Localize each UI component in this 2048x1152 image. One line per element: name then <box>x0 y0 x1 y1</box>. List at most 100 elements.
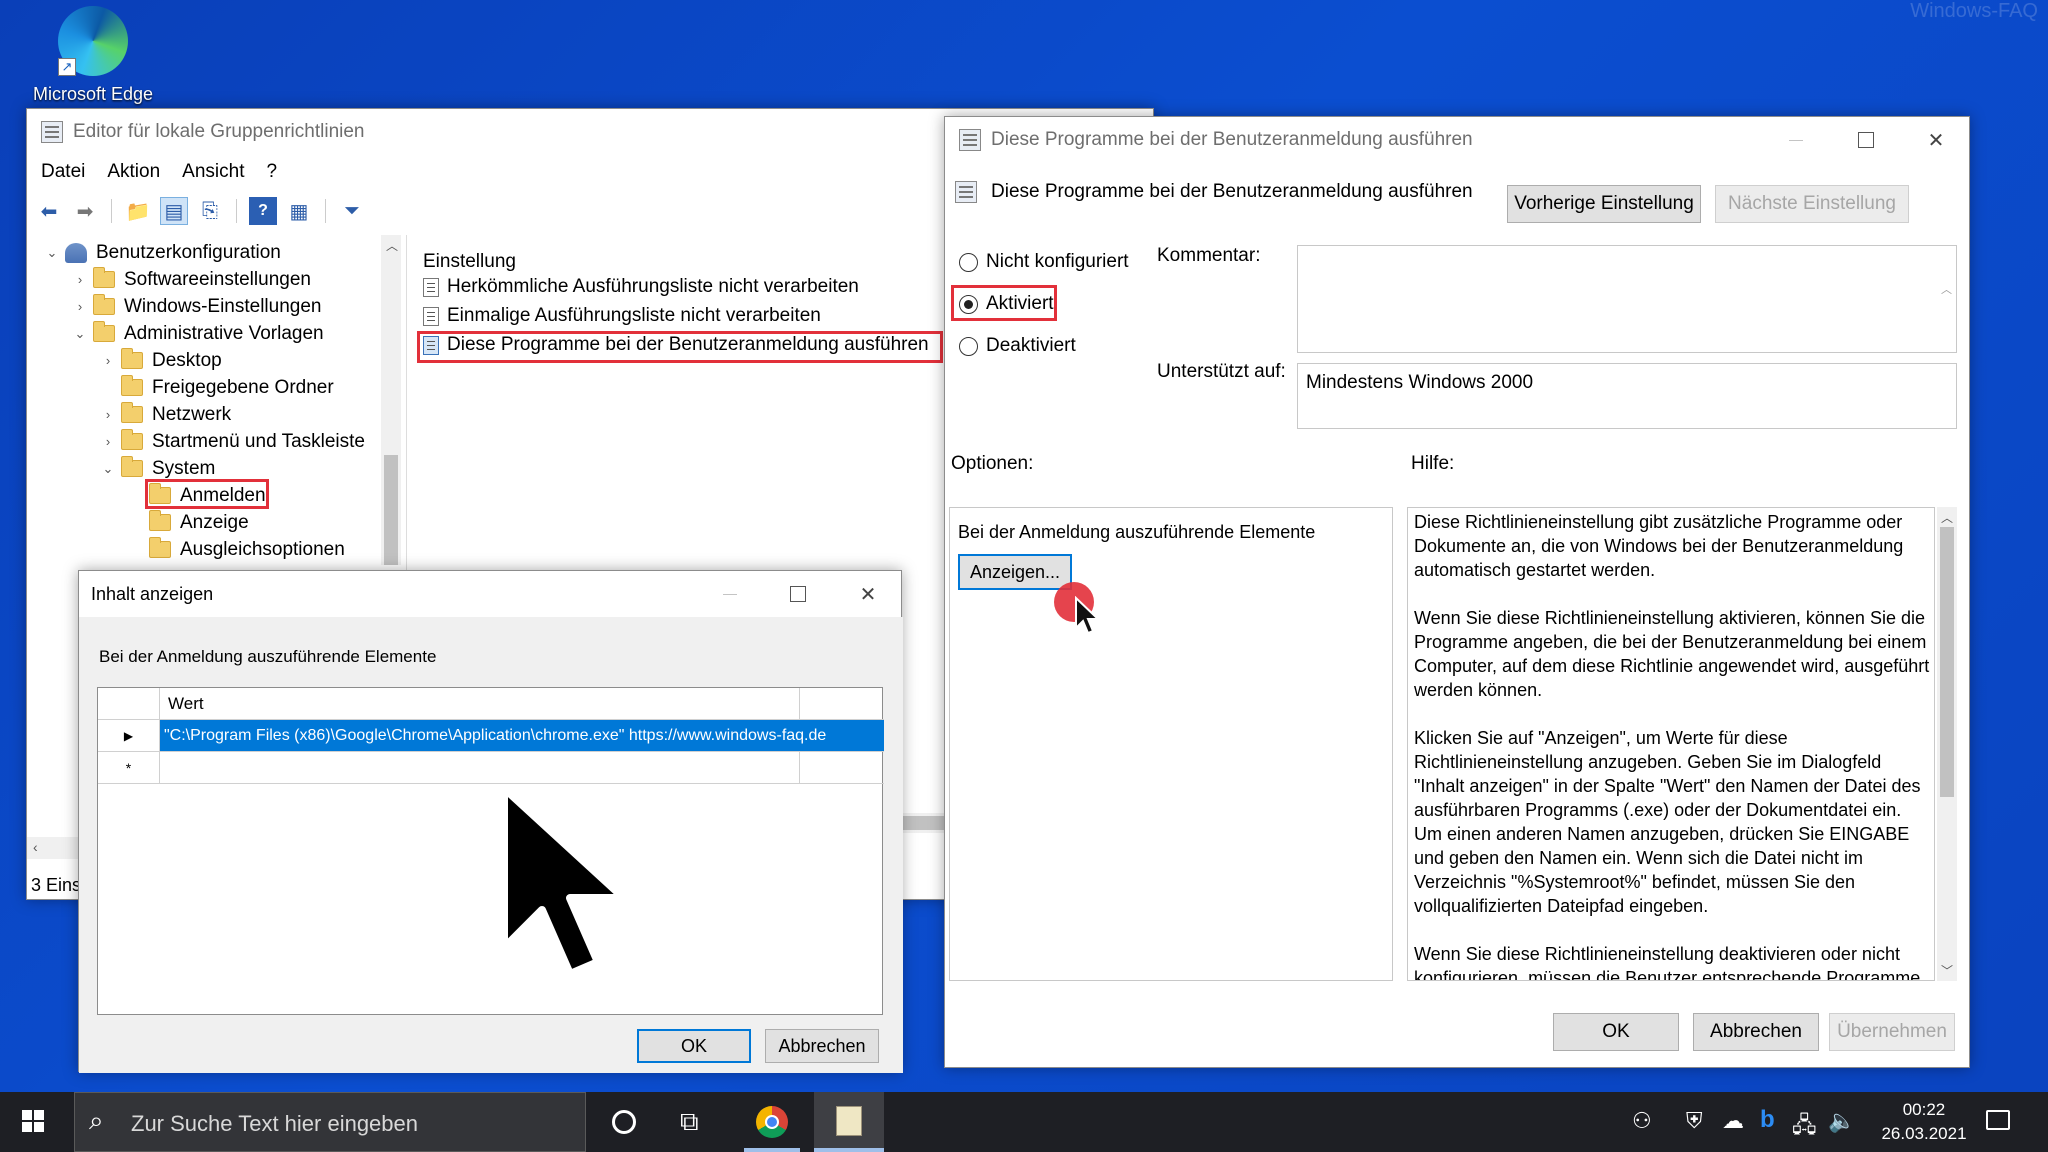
apply-button[interactable]: Übernehmen <box>1829 1013 1955 1051</box>
list-item-runonce[interactable]: Einmalige Ausführungsliste nicht verarbe… <box>423 302 821 330</box>
grid-new-row-value[interactable] <box>160 752 800 784</box>
menu-aktion[interactable]: Aktion <box>107 161 174 191</box>
tree-item[interactable]: › Softwareeinstellungen <box>73 266 311 293</box>
chevron-right-icon[interactable]: › <box>73 299 87 314</box>
scroll-down-arrow-icon[interactable]: ﹀ <box>1941 962 1953 979</box>
grid-new-row-marker[interactable]: * <box>98 752 160 784</box>
defender-icon[interactable]: ⛨ <box>1686 1108 1703 1134</box>
help-scrollbar[interactable]: ︿ ﹀ <box>1937 507 1957 981</box>
gpedit-app-icon <box>41 121 63 143</box>
ok-button[interactable]: OK <box>1553 1013 1679 1051</box>
properties-icon[interactable]: ▦ <box>285 197 313 225</box>
clock-date[interactable]: 26.03.2021 <box>1870 1124 1978 1144</box>
show-button[interactable]: Anzeigen... <box>958 554 1072 590</box>
scroll-up-arrow-icon[interactable]: ︿ <box>386 237 398 254</box>
radio-disabled[interactable]: Deaktiviert <box>959 335 1076 357</box>
network-icon[interactable]: 🖧 <box>1792 1108 1817 1146</box>
tree-item[interactable]: › Windows-Einstellungen <box>73 293 322 320</box>
chrome-icon[interactable] <box>756 1106 788 1138</box>
tree-item[interactable]: › Desktop <box>101 347 222 374</box>
start-button[interactable] <box>22 1110 44 1132</box>
windows-logo-icon <box>34 1122 44 1132</box>
menu-ansicht[interactable]: Ansicht <box>182 161 258 191</box>
content-ok-button[interactable]: OK <box>637 1029 751 1063</box>
windows-logo-icon <box>34 1110 44 1120</box>
help-scroll-thumb[interactable] <box>1940 527 1954 797</box>
up-folder-icon[interactable]: 📁 <box>124 197 152 225</box>
folder-icon <box>121 456 143 477</box>
content-maximize-button[interactable] <box>765 571 831 617</box>
minimize-button[interactable] <box>1763 117 1829 163</box>
content-minimize-button[interactable] <box>697 571 763 617</box>
content-cancel-button[interactable]: Abbrechen <box>765 1029 879 1063</box>
grid-row-value[interactable]: "C:\Program Files (x86)\Google\Chrome\Ap… <box>160 720 884 752</box>
volume-icon[interactable]: 🔈 <box>1828 1108 1855 1134</box>
close-button[interactable] <box>1903 117 1969 163</box>
chevron-down-icon[interactable]: ⌄ <box>101 461 115 477</box>
tree-view: ⌄ Benutzerkonfiguration › Softwareeinstellu… <box>31 237 407 567</box>
previous-setting-button[interactable]: Vorherige Einstellung <box>1507 185 1701 223</box>
back-icon[interactable]: ⬅ <box>35 197 63 225</box>
task-view-icon[interactable]: ⧉ <box>680 1106 699 1138</box>
chevron-right-icon[interactable]: › <box>73 272 87 287</box>
chevron-right-icon[interactable]: › <box>101 353 115 368</box>
clock-time[interactable]: 00:22 <box>1884 1100 1964 1120</box>
grid-row-marker[interactable]: ▶ <box>98 720 160 752</box>
next-setting-button[interactable]: Nächste Einstellung <box>1715 185 1909 223</box>
menu-datei[interactable]: Datei <box>41 161 99 191</box>
grid-header-wert[interactable]: Wert <box>160 688 800 720</box>
tree-item-label: System <box>152 457 216 479</box>
chevron-right-icon[interactable]: › <box>101 407 115 422</box>
scroll-left-arrow-icon[interactable]: ‹ <box>33 839 38 855</box>
highlight-list-item <box>417 331 943 363</box>
tree-item[interactable]: ⌄ Benutzerkonfiguration <box>45 239 281 266</box>
list-header[interactable]: Einstellung <box>423 251 516 273</box>
chevron-down-icon[interactable]: ⌄ <box>45 245 59 261</box>
menu-help[interactable]: ? <box>266 161 291 191</box>
radio-not-configured[interactable]: Nicht konfiguriert <box>959 251 1129 273</box>
filter-icon[interactable]: ⏷ <box>338 197 366 225</box>
tree-scroll-thumb[interactable] <box>384 455 398 565</box>
tree-item[interactable]: Anzeige <box>129 509 249 536</box>
tree-item[interactable]: ⌄ Administrative Vorlagen <box>73 320 324 347</box>
tree-item-label: Softwareeinstellungen <box>124 268 311 290</box>
tree-item[interactable]: › Startmenü und Taskleiste <box>101 428 365 455</box>
list-item-label: Einmalige Ausführungsliste nicht verarbe… <box>447 305 821 326</box>
cloud-icon[interactable]: ☁ <box>1722 1108 1744 1134</box>
content-close-button[interactable] <box>835 571 901 617</box>
tree-item[interactable]: Freigegebene Ordner <box>101 374 334 401</box>
maximize-button[interactable] <box>1833 117 1899 163</box>
search-box[interactable]: ⌕ Zur Suche Text hier eingeben <box>74 1092 586 1152</box>
chevron-down-icon[interactable]: ⌄ <box>73 326 87 342</box>
list-item-legacy-run[interactable]: Herkömmliche Ausführungsliste nicht vera… <box>423 273 859 301</box>
tree-item[interactable]: Ausgleichsoptionen <box>129 536 345 563</box>
export-list-icon[interactable]: ⎘ <box>196 197 224 225</box>
notification-icon[interactable] <box>1986 1110 2010 1130</box>
value-grid: Wert ▶ "C:\Program Files (x86)\Google\Ch… <box>97 687 884 1015</box>
chevron-right-icon[interactable]: › <box>101 434 115 449</box>
comment-label: Kommentar: <box>1157 245 1261 266</box>
taskbar: ⌕ Zur Suche Text hier eingeben ⧉ ⚇ ⛨ ☁ b… <box>0 1092 2048 1152</box>
bing-icon[interactable]: b <box>1760 1106 1775 1134</box>
scroll-up-arrow-icon[interactable]: ︿ <box>1941 509 1953 526</box>
gpedit-taskbar-item[interactable] <box>814 1092 884 1152</box>
edge-shortcut[interactable]: ↗ Microsoft Edge <box>28 6 158 106</box>
show-tree-icon[interactable]: ▤ <box>160 197 188 225</box>
options-pane: Bei der Anmeldung auszuführende Elemente… <box>949 507 1393 981</box>
tree-item[interactable]: ⌄ System <box>101 455 215 482</box>
help-label: Hilfe: <box>1411 453 1455 474</box>
tree-scrollbar[interactable]: ︿ <box>381 235 401 565</box>
radio-disabled-label: Deaktiviert <box>986 335 1076 356</box>
shortcut-arrow-icon: ↗ <box>58 58 76 76</box>
cancel-button[interactable]: Abbrechen <box>1693 1013 1819 1051</box>
people-icon[interactable]: ⚇ <box>1632 1108 1652 1134</box>
tree-item[interactable]: › Netzwerk <box>101 401 231 428</box>
comment-field[interactable]: ︿﹀ <box>1297 245 1957 376</box>
folder-icon <box>93 321 115 342</box>
content-title: Inhalt anzeigen <box>91 583 214 604</box>
forward-icon[interactable]: ➡ <box>71 197 99 225</box>
policy-dialog: Diese Programme bei der Benutzeranmeldun… <box>944 116 1970 1068</box>
help-icon[interactable]: ? <box>249 197 277 225</box>
cortana-icon[interactable] <box>612 1110 636 1134</box>
content-dialog: Inhalt anzeigen Bei der Anmeldung auszuf… <box>78 570 903 1073</box>
